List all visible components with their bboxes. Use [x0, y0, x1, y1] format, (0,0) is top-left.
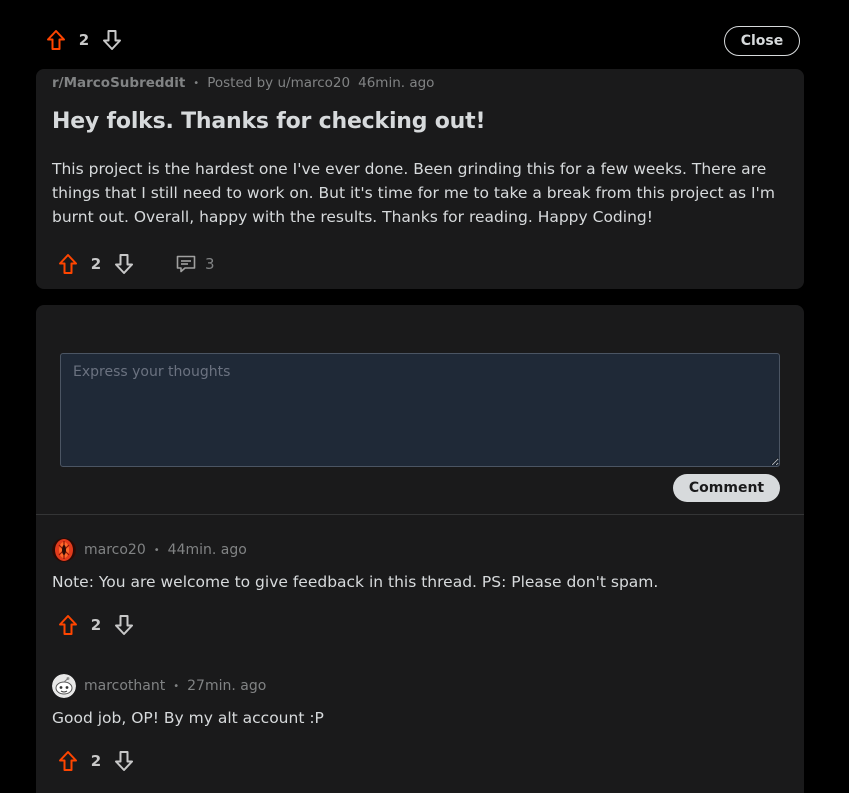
comment-text: Note: You are welcome to give feedback i…: [52, 573, 659, 591]
downvote-icon[interactable]: [114, 750, 134, 772]
meta-separator: •: [193, 77, 200, 89]
downvote-icon[interactable]: [114, 253, 134, 275]
post-topbar: 2 Close: [0, 0, 849, 69]
vote-count: 2: [90, 752, 102, 770]
comment-vote: 2: [58, 750, 134, 772]
post-meta: r/MarcoSubreddit • Posted by u/marco20 4…: [52, 75, 434, 91]
subreddit-link[interactable]: r/MarcoSubreddit: [52, 75, 185, 91]
upvote-icon[interactable]: [58, 253, 78, 275]
comment-time: 27min. ago: [187, 678, 267, 694]
comment-text: Good job, OP! By my alt account :P: [52, 709, 324, 727]
post-body: This project is the hardest one I've eve…: [52, 160, 775, 226]
comment-submit-button[interactable]: Comment: [673, 474, 780, 502]
comment-vote: 2: [58, 614, 134, 636]
divider: [36, 514, 804, 515]
downvote-icon[interactable]: [114, 614, 134, 636]
comment-icon: [176, 255, 196, 273]
upvote-icon[interactable]: [58, 750, 78, 772]
red-avatar-icon: [52, 538, 76, 562]
meta-separator: •: [153, 544, 160, 556]
posted-by: Posted by u/marco20: [207, 75, 351, 91]
post-time: 46min. ago: [358, 75, 435, 91]
upvote-icon[interactable]: [46, 29, 66, 51]
comment-header: marcothant • 27min. ago: [52, 674, 266, 698]
post-card: r/MarcoSubreddit • Posted by u/marco20 4…: [36, 69, 804, 289]
vote-count: 2: [78, 31, 90, 49]
comment-count: 3: [205, 255, 215, 273]
comment-author[interactable]: marco20: [84, 542, 146, 558]
post-title: Hey folks. Thanks for checking out!: [52, 109, 486, 134]
post-vote: 2: [58, 253, 134, 275]
comment-input[interactable]: [60, 353, 780, 467]
comment-header: marco20 • 44min. ago: [52, 538, 247, 562]
upvote-icon[interactable]: [58, 614, 78, 636]
snoo-avatar-icon: [52, 674, 76, 698]
vote-count: 2: [90, 616, 102, 634]
close-button[interactable]: Close: [724, 26, 800, 56]
comments-card: Comment marco20 • 44min. ago Note: You a…: [36, 305, 804, 793]
vote-count: 2: [90, 255, 102, 273]
comment-time: 44min. ago: [167, 542, 247, 558]
comments-button[interactable]: 3: [175, 253, 215, 275]
topbar-vote: 2: [46, 29, 122, 51]
comment-author[interactable]: marcothant: [84, 678, 165, 694]
meta-separator: •: [173, 680, 180, 692]
downvote-icon[interactable]: [102, 29, 122, 51]
